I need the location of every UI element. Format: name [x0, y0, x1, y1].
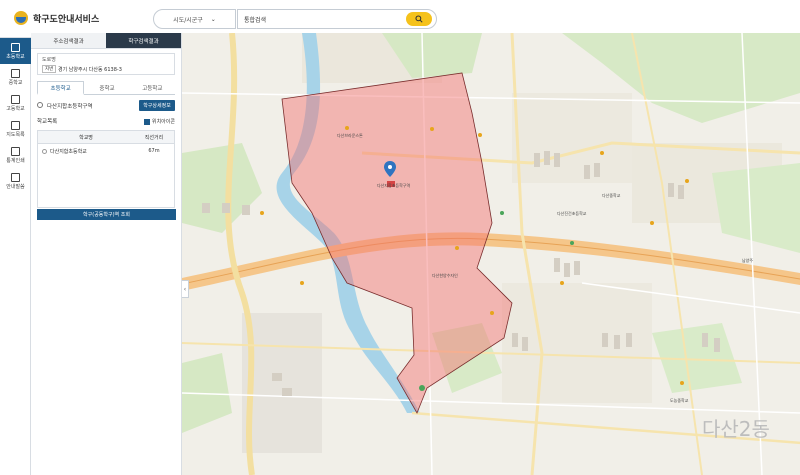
column-header-distance: 직선거리 [144, 134, 164, 141]
nav-label: 초등학교 [6, 53, 25, 60]
column-header-name: 학교명 [79, 134, 93, 141]
map-label: 다산지합초등학구역 [377, 183, 411, 188]
app-logo[interactable]: 학구도안내서비스 [14, 11, 99, 25]
school-table: 학교명 직선거리 다산지합초등학교 67m [37, 130, 175, 208]
search-box [237, 9, 437, 29]
school-icon [11, 42, 20, 52]
nav-elementary[interactable]: 초등학교 [0, 38, 31, 64]
school-name: 다산지합초등학교 [50, 148, 87, 155]
map-label: 남양주 [742, 258, 754, 263]
radio-icon[interactable] [42, 148, 47, 154]
nav-label: 통계인쇄 [6, 157, 25, 164]
tab-middle[interactable]: 중학교 [84, 81, 129, 94]
tab-high[interactable]: 고등학교 [130, 81, 175, 94]
search-input[interactable] [244, 13, 404, 26]
search-button[interactable] [406, 12, 432, 26]
map-label: 다산한양수자인 [432, 273, 458, 278]
district-map-label: 다산2동 [702, 417, 770, 441]
region-select-label: 시도/시군구 [173, 16, 203, 24]
map-label: 도농중학교 [670, 398, 689, 403]
school-list-title: 학교목록 [37, 119, 58, 125]
map-label: 다산중학교 [602, 193, 621, 198]
tab-district-result[interactable]: 학구검색결과 [106, 33, 181, 49]
table-header: 학교명 직선거리 [38, 131, 174, 144]
district-lookup-button[interactable]: 학구(공동학구)역 조회 [37, 209, 176, 220]
table-row[interactable]: 다산지합초등학교 67m [38, 144, 174, 158]
address-value: 경기 남양주시 다산동 6138-3 [58, 67, 122, 73]
nav-maplist[interactable]: 지도목록 [0, 116, 31, 142]
chevron-down-icon: ⌄ [210, 15, 216, 23]
checkbox-label: 위치아이콘 [151, 119, 175, 125]
level-tabs: 초등학교 중학교 고등학교 [37, 81, 175, 95]
result-panel: 주소검색결과 학구검색결과 도로명 지번 경기 남양주시 다산동 6138-3 … [31, 33, 182, 475]
address-label: 도로명 [42, 57, 56, 63]
tab-elementary[interactable]: 초등학교 [37, 81, 85, 95]
search-icon [415, 15, 423, 23]
district-detail-button[interactable]: 학구상세정보 [139, 100, 175, 111]
logo-icon [14, 11, 28, 25]
left-nav: 초등학교 중학교 고등학교 지도목록 통계인쇄 안내말씀 [0, 38, 31, 475]
app-title: 학구도안내서비스 [33, 14, 100, 25]
print-icon [11, 146, 20, 156]
school-distance: 67m [148, 148, 160, 154]
map-label: 다산진건초등학교 [557, 211, 587, 216]
school-list-header: 학교목록 위치아이콘 [37, 117, 175, 127]
panel-collapse-button[interactable]: ‹ [182, 280, 189, 298]
tab-address-result[interactable]: 주소검색결과 [31, 33, 106, 49]
location-pin-icon [37, 102, 43, 108]
map-label: 다산브라운스톤 [337, 133, 363, 138]
nav-label: 지도목록 [6, 131, 25, 138]
map-canvas [182, 33, 800, 475]
map-view[interactable]: 다산지합초등학구역 다산브라운스톤 다산진건초등학교 다산한양수자인 다산중학교… [182, 33, 800, 475]
nav-print[interactable]: 통계인쇄 [0, 142, 31, 168]
nav-label: 중학교 [8, 79, 23, 86]
region-select[interactable]: 시도/시군구 ⌄ [153, 9, 236, 29]
address-badge: 지번 [42, 65, 57, 73]
chevron-left-icon: ‹ [183, 285, 187, 293]
nav-guide[interactable]: 안내말씀 [0, 168, 31, 194]
nav-label: 안내말씀 [6, 183, 25, 190]
address-card: 도로명 지번 경기 남양주시 다산동 6138-3 [37, 53, 175, 75]
document-icon [11, 172, 20, 182]
panel-tabs: 주소검색결과 학구검색결과 [31, 33, 181, 49]
nav-label: 고등학교 [6, 105, 25, 112]
nav-high[interactable]: 고등학교 [0, 90, 31, 116]
district-row: 다산지합초등학구역 학구상세정보 [37, 100, 175, 112]
location-icon-checkbox[interactable]: 위치아이콘 [143, 118, 175, 125]
checkbox-icon [143, 118, 150, 125]
district-name: 다산지합초등학구역 [47, 104, 93, 110]
school-icon [11, 68, 20, 78]
layers-icon [11, 120, 20, 130]
school-icon [11, 94, 20, 104]
nav-middle[interactable]: 중학교 [0, 64, 31, 90]
